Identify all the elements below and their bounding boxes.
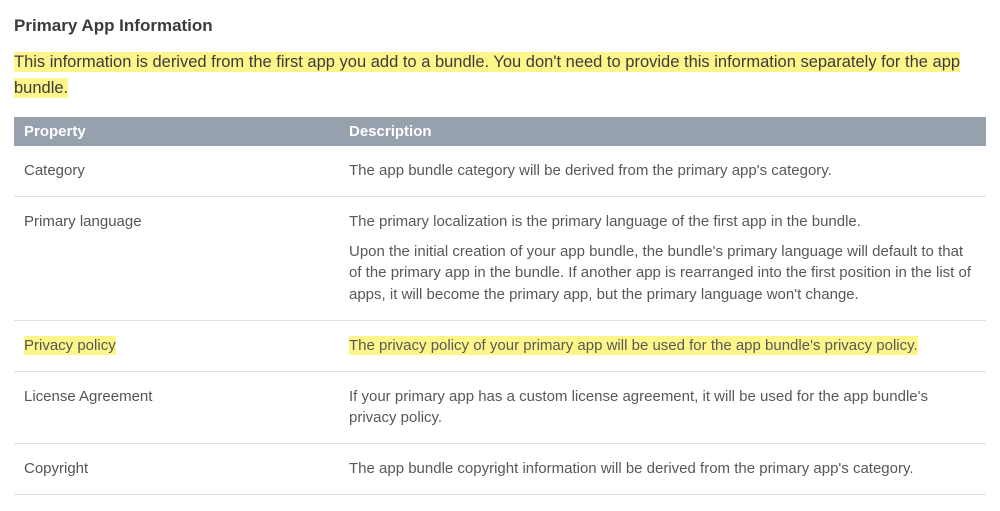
description-paragraph: The primary localization is the primary … (349, 211, 976, 233)
description-cell: The app bundle category will be derived … (339, 146, 986, 196)
property-cell: License Agreement (14, 371, 339, 444)
description-paragraph: If your primary app has a custom license… (349, 386, 976, 430)
properties-table: Property Description Category The app bun… (14, 117, 986, 495)
property-cell: Primary language (14, 196, 339, 320)
intro-highlight: This information is derived from the fir… (14, 52, 960, 98)
col-description: Description (339, 117, 986, 146)
description-paragraph: The app bundle category will be derived … (349, 160, 976, 182)
description-cell: The primary localization is the primary … (339, 196, 986, 320)
section-heading: Primary App Information (14, 16, 986, 36)
property-cell: Copyright (14, 444, 339, 495)
section-intro: This information is derived from the fir… (14, 50, 986, 101)
description-cell: The privacy policy of your primary app w… (339, 320, 986, 371)
highlight: The privacy policy of your primary app w… (349, 336, 918, 355)
col-property: Property (14, 117, 339, 146)
property-cell: Privacy policy (14, 320, 339, 371)
property-cell: Category (14, 146, 339, 196)
highlight: Privacy policy (24, 336, 116, 355)
table-row: License AgreementIf your primary app has… (14, 371, 986, 444)
description-cell: If your primary app has a custom license… (339, 371, 986, 444)
description-paragraph: The privacy policy of your primary app w… (349, 335, 976, 357)
table-row: Primary language The primary localization… (14, 196, 986, 320)
description-cell: The app bundle copyright information wil… (339, 444, 986, 495)
table-row: Category The app bundle category will be … (14, 146, 986, 196)
table-row: Privacy policy The privacy policy of your… (14, 320, 986, 371)
description-paragraph: Upon the initial creation of your app bu… (349, 241, 976, 306)
description-paragraph: The app bundle copyright information wil… (349, 458, 976, 480)
table-row: Copyright The app bundle copyright inform… (14, 444, 986, 495)
